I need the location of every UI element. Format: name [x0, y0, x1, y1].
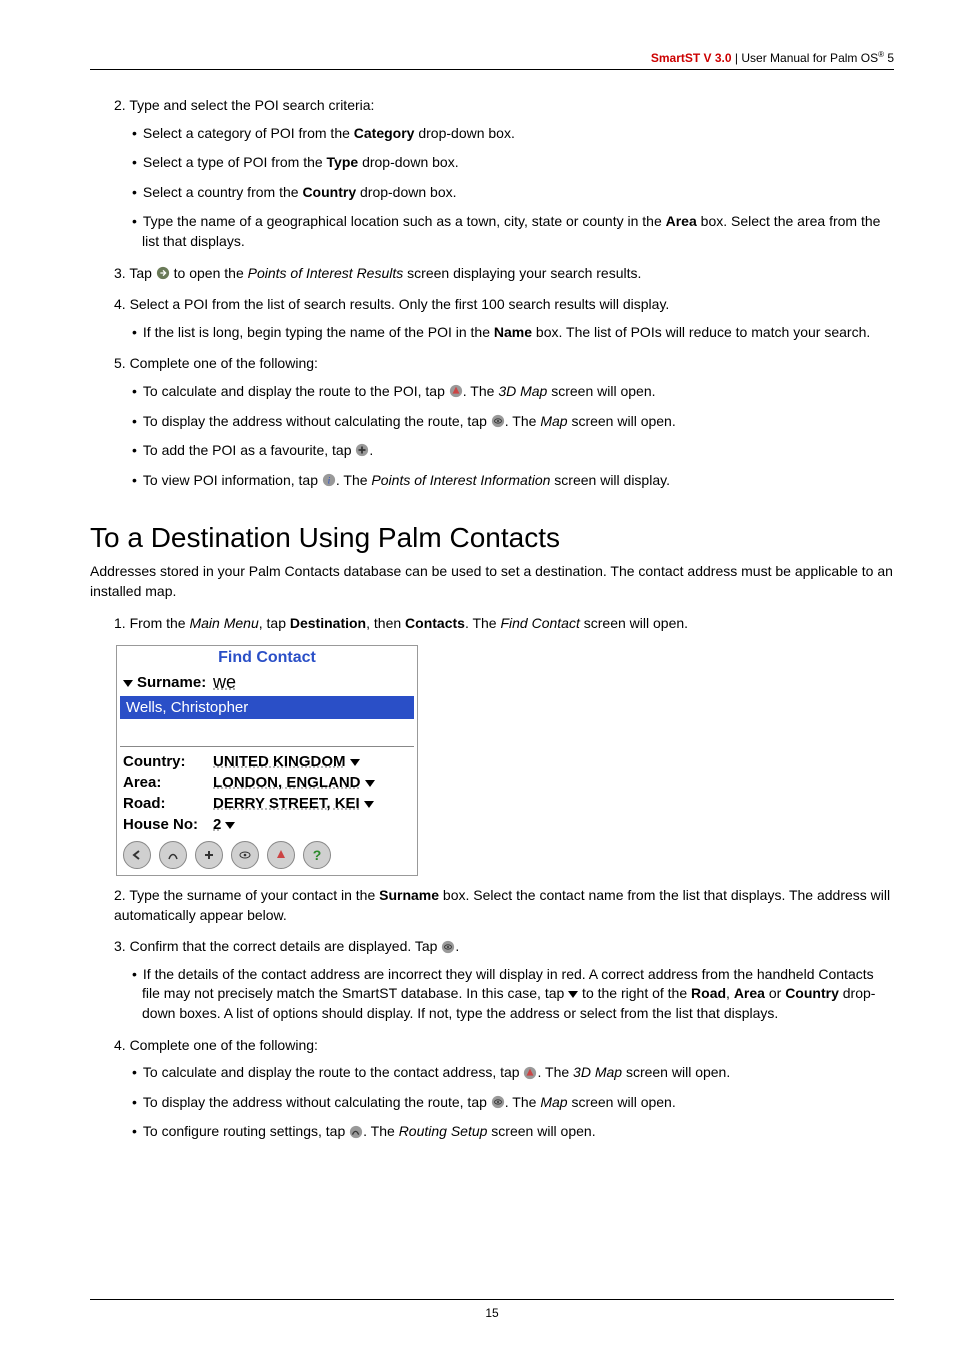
contacts-step-4-settings: To configure routing settings, tap . The… [132, 1122, 894, 1142]
svg-text:i: i [328, 476, 331, 487]
info-icon: i [322, 473, 336, 487]
mock-route-settings-icon [159, 841, 187, 869]
poi-steps-continued: 2. Type and select the POI search criter… [90, 96, 894, 490]
mock-back-icon [123, 841, 151, 869]
mock-country-row: Country: UNITED KINGDOM [117, 751, 417, 772]
step-5: 5. Complete one of the following: To cal… [114, 354, 894, 490]
contacts-step-1: 1. From the Main Menu, tap Destination, … [114, 614, 894, 634]
contacts-step-2: 2. Type the surname of your contact in t… [114, 886, 894, 925]
mock-add-icon [195, 841, 223, 869]
contacts-intro: Addresses stored in your Palm Contacts d… [90, 562, 894, 601]
contacts-step-4-map: To display the address without calculati… [132, 1093, 894, 1113]
go-arrow-icon [156, 266, 170, 280]
mock-house-value: 2 [213, 816, 411, 833]
dropdown-arrow-icon [568, 991, 578, 998]
step-5-route: To calculate and display the route to th… [132, 382, 894, 402]
mock-result-item: Wells, Christopher [120, 696, 414, 719]
step-3: 3. Tap to open the Points of Interest Re… [114, 264, 894, 284]
mock-surname-label: Surname: [123, 674, 213, 691]
find-contact-screenshot: Find Contact Surname: we Wells, Christop… [116, 645, 418, 876]
step-5-favourite: To add the POI as a favourite, tap . [132, 441, 894, 461]
contacts-step-4: 4. Complete one of the following: To cal… [114, 1036, 894, 1142]
step-5-map: To display the address without calculati… [132, 412, 894, 432]
mock-country-label: Country: [123, 753, 213, 770]
eye-icon [441, 940, 455, 954]
eye-icon [491, 414, 505, 428]
contacts-steps: 1. From the Main Menu, tap Destination, … [90, 614, 894, 634]
contacts-step-4-route: To calculate and display the route to th… [132, 1063, 894, 1083]
mock-toolbar: ? [117, 835, 417, 875]
step-2-country: Select a country from the Country drop-d… [132, 183, 894, 203]
mock-road-label: Road: [123, 795, 213, 812]
mock-help-icon: ? [303, 841, 331, 869]
mock-surname-value: we [213, 672, 411, 693]
mock-go-icon [267, 841, 295, 869]
page-number: 15 [485, 1306, 498, 1320]
contacts-step-3: 3. Confirm that the correct details are … [114, 937, 894, 1023]
step-4: 4. Select a POI from the list of search … [114, 295, 894, 342]
mock-blank-row [120, 720, 414, 747]
step-5-info: To view POI information, tap i. The Poin… [132, 471, 894, 491]
mock-area-row: Area: LONDON, ENGLAND [117, 772, 417, 793]
step-2-area: Type the name of a geographical location… [132, 212, 894, 251]
step-2-type: Select a type of POI from the Type drop-… [132, 153, 894, 173]
mock-title: Find Contact [117, 646, 417, 670]
contacts-step-3-detail: If the details of the contact address ar… [132, 965, 894, 1024]
add-favourite-icon [355, 443, 369, 457]
mock-eye-icon [231, 841, 259, 869]
mock-area-value: LONDON, ENGLAND [213, 774, 411, 791]
mock-road-value: DERRY STREET, KEI [213, 795, 411, 812]
mock-house-label: House No: [123, 816, 213, 833]
step-2-category: Select a category of POI from the Catego… [132, 124, 894, 144]
route-icon [449, 384, 463, 398]
product-name: SmartST V 3.0 [651, 51, 732, 65]
route-settings-icon [349, 1125, 363, 1139]
mock-surname-row: Surname: we [117, 670, 417, 695]
section-heading-contacts: To a Destination Using Palm Contacts [90, 522, 894, 554]
page-footer: 15 [90, 1299, 894, 1320]
page-header: SmartST V 3.0 | User Manual for Palm OS®… [90, 50, 894, 70]
step-4-hint: If the list is long, begin typing the na… [132, 323, 894, 343]
contacts-steps-2: 2. Type the surname of your contact in t… [90, 886, 894, 1142]
mock-country-value: UNITED KINGDOM [213, 753, 411, 770]
route-icon [523, 1066, 537, 1080]
mock-area-label: Area: [123, 774, 213, 791]
step-2: 2. Type and select the POI search criter… [114, 96, 894, 252]
mock-road-row: Road: DERRY STREET, KEI [117, 793, 417, 814]
eye-icon [491, 1095, 505, 1109]
mock-house-row: House No: 2 [117, 814, 417, 835]
